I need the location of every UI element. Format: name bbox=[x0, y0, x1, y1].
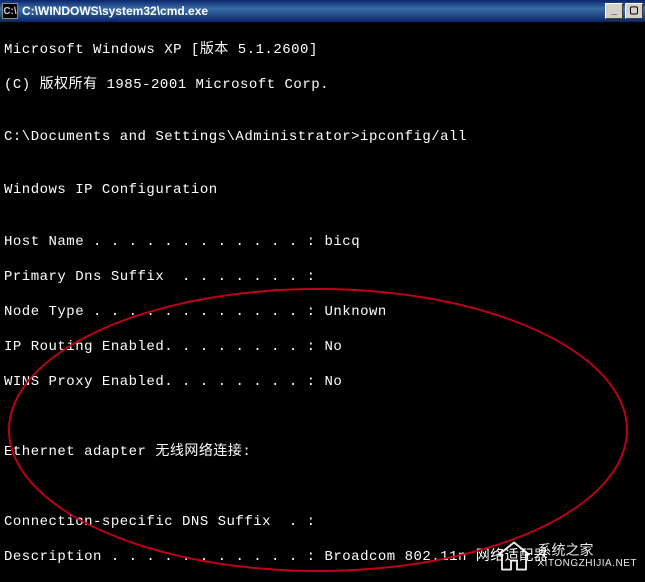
adapter-dots: . bbox=[271, 514, 307, 532]
system-menu-icon[interactable]: C:\ bbox=[2, 3, 18, 19]
adapter-label: Description bbox=[4, 549, 102, 567]
house-icon bbox=[496, 538, 532, 574]
adapter-label: Connection-specific DNS Suffix bbox=[4, 514, 271, 532]
config-dots: . . . . . . . . . . . . bbox=[84, 234, 307, 252]
config-label: Host Name bbox=[4, 234, 84, 252]
watermark: 系统之家 XITONGZHIJIA.NET bbox=[496, 538, 638, 574]
header-line: (C) 版权所有 1985-2001 Microsoft Corp. bbox=[4, 77, 641, 95]
watermark-name: 系统之家 bbox=[538, 543, 638, 558]
watermark-url: XITONGZHIJIA.NET bbox=[538, 558, 638, 569]
config-value: Unknown bbox=[324, 304, 386, 322]
config-label: Primary Dns Suffix bbox=[4, 269, 164, 287]
blank-line bbox=[4, 479, 641, 497]
window-titlebar: C:\ C:\WINDOWS\system32\cmd.exe _ ▢ bbox=[0, 0, 645, 22]
config-row: WINS Proxy Enabled. . . . . . . . : No bbox=[4, 374, 641, 392]
config-label: IP Routing Enabled bbox=[4, 339, 164, 357]
blank-line bbox=[4, 409, 641, 427]
config-value: bicq bbox=[324, 234, 360, 252]
config-dots: . . . . . . . bbox=[164, 269, 306, 287]
config-label: Node Type bbox=[4, 304, 84, 322]
config-row: Primary Dns Suffix . . . . . . . : bbox=[4, 269, 641, 287]
header-line: Microsoft Windows XP [版本 5.1.2600] bbox=[4, 42, 641, 60]
adapter-row: Connection-specific DNS Suffix . : bbox=[4, 514, 641, 532]
config-dots: . . . . . . . . . . . . bbox=[84, 304, 307, 322]
config-value: No bbox=[324, 374, 342, 392]
config-row: Host Name . . . . . . . . . . . . : bicq bbox=[4, 234, 641, 252]
config-dots: . . . . . . . . bbox=[164, 374, 306, 392]
prompt-line: C:\Documents and Settings\Administrator>… bbox=[4, 129, 641, 147]
section-heading: Windows IP Configuration bbox=[4, 182, 641, 200]
config-dots: . . . . . . . . bbox=[164, 339, 306, 357]
config-row: IP Routing Enabled. . . . . . . . : No bbox=[4, 339, 641, 357]
window-title: C:\WINDOWS\system32\cmd.exe bbox=[22, 4, 605, 18]
adapter-dots: . . . . . . . . . . . bbox=[102, 549, 307, 567]
config-row: Node Type . . . . . . . . . . . . : Unkn… bbox=[4, 304, 641, 322]
config-label: WINS Proxy Enabled bbox=[4, 374, 164, 392]
config-value: No bbox=[324, 339, 342, 357]
maximize-button[interactable]: ▢ bbox=[625, 3, 643, 19]
terminal-output: Microsoft Windows XP [版本 5.1.2600] (C) 版… bbox=[0, 22, 645, 582]
minimize-button[interactable]: _ bbox=[605, 3, 623, 19]
adapter-heading: Ethernet adapter 无线网络连接: bbox=[4, 444, 641, 462]
window-buttons: _ ▢ bbox=[605, 3, 643, 19]
